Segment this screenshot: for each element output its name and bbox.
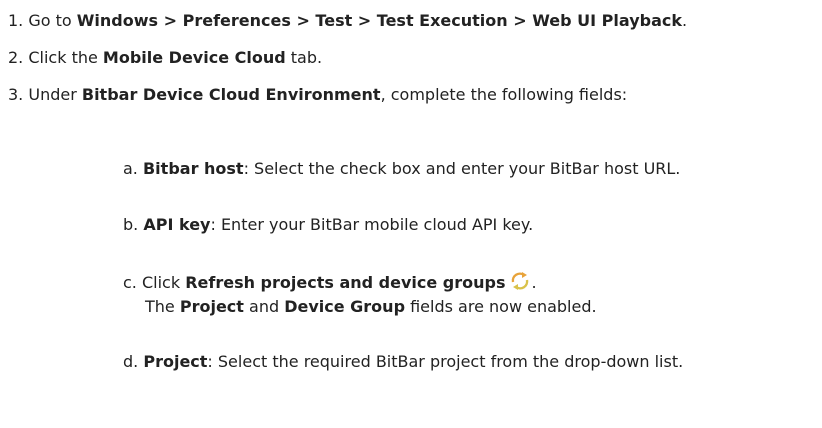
step-text: tab.: [285, 48, 323, 67]
step-2: 2. Click the Mobile Device Cloud tab.: [8, 47, 322, 69]
substep-b: b. API key: Enter your BitBar mobile clo…: [123, 214, 533, 236]
step-number: 1.: [8, 11, 24, 30]
substep-letter: a.: [123, 159, 138, 178]
step-3: 3. Under Bitbar Device Cloud Environment…: [8, 84, 627, 106]
note-text: fields are now enabled.: [405, 297, 597, 316]
note-text: The: [145, 297, 180, 316]
substep-a: a. Bitbar host: Select the check box and…: [123, 158, 680, 180]
field-name: Bitbar host: [142, 159, 244, 178]
substep-c: c. Click Refresh projects and device gro…: [123, 270, 537, 294]
field-name: API key: [143, 215, 211, 234]
substep-punct: .: [531, 273, 537, 292]
step-number: 2.: [8, 48, 24, 67]
refresh-icon: [509, 270, 531, 292]
step-text: , complete the following fields:: [380, 85, 628, 104]
section-name: Bitbar Device Cloud Environment: [81, 85, 381, 104]
field-name: Device Group: [284, 297, 406, 316]
field-name: Project: [179, 297, 244, 316]
substep-text: : Select the required BitBar project fro…: [207, 352, 684, 371]
substep-letter: b.: [123, 215, 139, 234]
substep-c-note: The Project and Device Group fields are …: [145, 296, 597, 318]
substep-letter: d.: [123, 352, 139, 371]
step-1: 1. Go to Windows > Preferences > Test > …: [8, 10, 687, 32]
field-name: Project: [143, 352, 208, 371]
substep-text: : Enter your BitBar mobile cloud API key…: [210, 215, 534, 234]
substep-letter: c.: [123, 273, 137, 292]
step-text: Under: [23, 85, 82, 104]
action-name: Refresh projects and device groups: [185, 273, 506, 292]
step-text: Go to: [23, 11, 77, 30]
step-text: Click the: [23, 48, 103, 67]
substep-text: : Select the check box and enter your Bi…: [243, 159, 681, 178]
step-punct: .: [682, 11, 688, 30]
substep-text: Click: [136, 273, 186, 292]
note-text: and: [243, 297, 285, 316]
tab-name: Mobile Device Cloud: [102, 48, 286, 67]
step-number: 3.: [8, 85, 24, 104]
menu-path: Windows > Preferences > Test > Test Exec…: [76, 11, 682, 30]
substep-d: d. Project: Select the required BitBar p…: [123, 351, 683, 373]
